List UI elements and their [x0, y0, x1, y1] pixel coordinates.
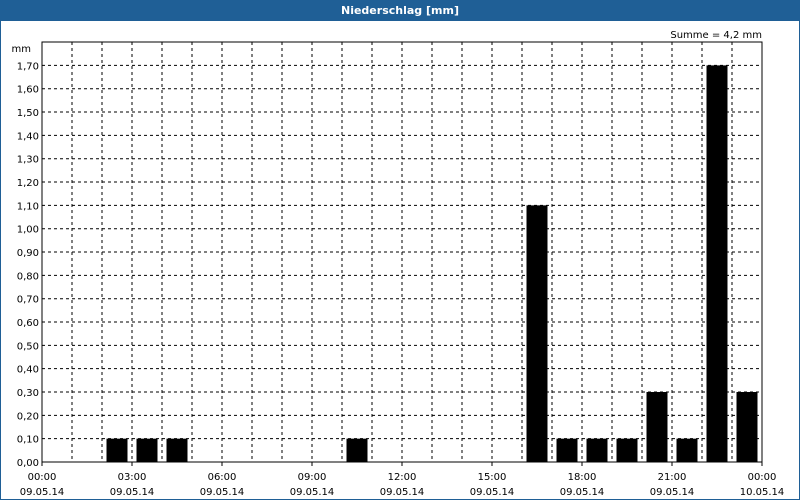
x-tick-date: 09.05.14	[20, 487, 65, 498]
x-tick-time: 21:00	[658, 472, 687, 483]
x-tick-date: 09.05.14	[650, 487, 695, 498]
x-tick-time: 12:00	[388, 472, 417, 483]
x-tick-time: 15:00	[478, 472, 507, 483]
y-tick-label: 0,30	[17, 388, 39, 399]
x-tick-time: 06:00	[208, 472, 237, 483]
y-tick-label: 0,90	[17, 248, 39, 259]
y-tick-label: 1,60	[17, 85, 39, 96]
bar	[346, 438, 368, 462]
x-tick-date: 09.05.14	[290, 487, 335, 498]
y-tick-label: 0,80	[17, 271, 39, 282]
y-tick-label: 0,60	[17, 318, 39, 329]
bar	[706, 65, 728, 462]
bar	[736, 392, 758, 462]
x-tick-date: 10.05.14	[740, 487, 785, 498]
bar	[136, 438, 158, 462]
y-tick-label: 1,10	[17, 201, 39, 212]
y-tick-label: 1,00	[17, 225, 39, 236]
x-tick-time: 03:00	[118, 472, 147, 483]
sum-annotation: Summe = 4,2 mm	[670, 30, 762, 41]
y-unit-label: mm	[12, 44, 31, 55]
y-tick-label: 1,50	[17, 108, 39, 119]
bar	[616, 438, 638, 462]
y-tick-label: 0,10	[17, 435, 39, 446]
x-tick-date: 09.05.14	[560, 487, 605, 498]
y-tick-label: 0,20	[17, 411, 39, 422]
x-tick-date: 09.05.14	[200, 487, 245, 498]
bar	[166, 438, 188, 462]
chart-window: Niederschlag [mm] mm Summe = 4,2 mm 0,00…	[0, 0, 800, 500]
bar	[646, 392, 668, 462]
x-tick-time: 18:00	[568, 472, 597, 483]
y-tick-label: 0,50	[17, 341, 39, 352]
bar	[676, 438, 698, 462]
x-tick-date: 09.05.14	[380, 487, 425, 498]
y-tick-label: 1,30	[17, 155, 39, 166]
y-tick-label: 1,40	[17, 131, 39, 142]
x-tick-date: 09.05.14	[110, 487, 155, 498]
x-tick-time: 09:00	[298, 472, 327, 483]
bar-chart: mm Summe = 4,2 mm 0,000,100,200,300,400,…	[12, 30, 785, 498]
y-tick-label: 1,20	[17, 178, 39, 189]
x-tick-time: 00:00	[28, 472, 57, 483]
x-tick-time: 00:00	[748, 472, 777, 483]
y-tick-label: 0,00	[17, 458, 39, 469]
bar	[556, 438, 578, 462]
y-axis: 0,00 0,10 0,20 0,30 0,40 0,50 0,60 0,70 0,80 0,90…	[17, 61, 39, 469]
y-tick-label: 0,70	[17, 295, 39, 306]
bar	[586, 438, 608, 462]
x-axis: 00:00 09.05.14 03:00 09.05.14 06:00 09.05.14 0…	[20, 462, 785, 498]
x-tick-date: 09.05.14	[470, 487, 515, 498]
chart-title: Niederschlag [mm]	[1, 1, 799, 21]
bar	[106, 438, 128, 462]
y-tick-label: 0,40	[17, 365, 39, 376]
bar	[526, 205, 548, 462]
y-tick-label: 1,70	[17, 61, 39, 72]
